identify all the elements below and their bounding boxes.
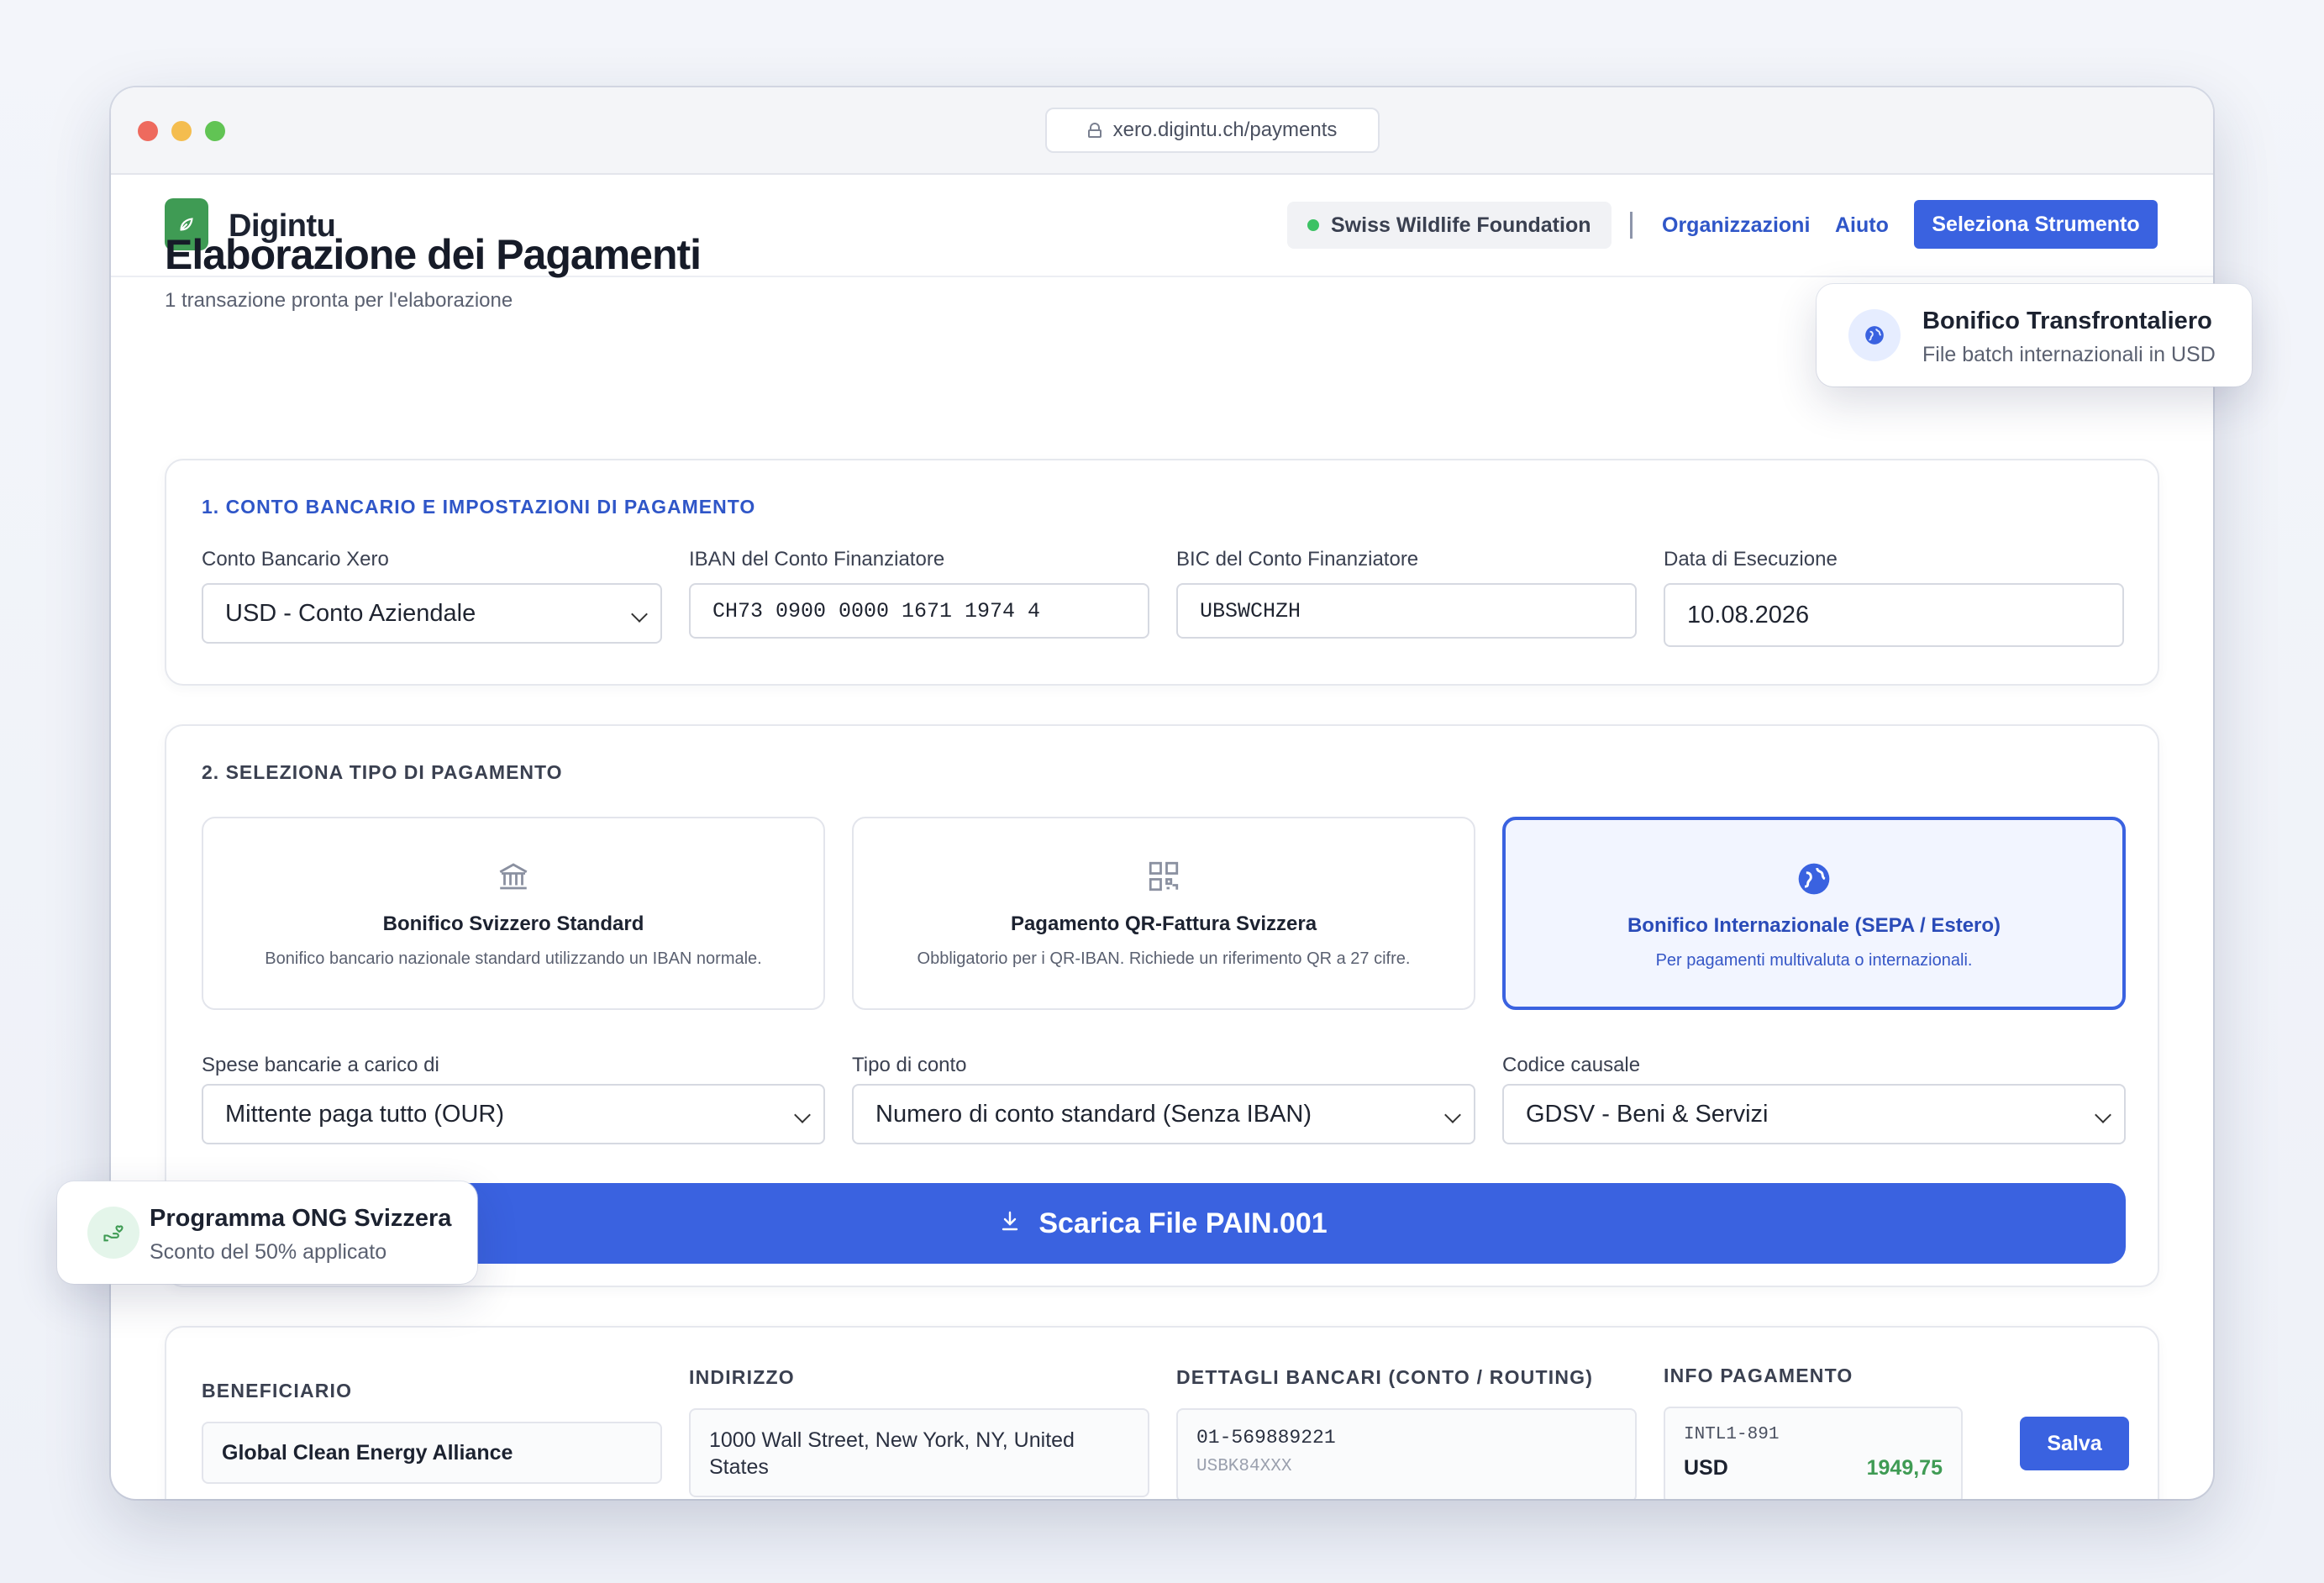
bank-icon [496, 859, 531, 902]
column-header-payment-info: INFO PAGAMENTO [1664, 1365, 1853, 1386]
select-tool-button[interactable]: Seleziona Strumento [1914, 200, 2158, 249]
iban-label: IBAN del Conto Finanziatore [689, 548, 945, 571]
page-title: Elaborazione dei Pagamenti [165, 231, 702, 278]
nav-divider [1630, 212, 1633, 239]
url-text: xero.digintu.ch/payments [1112, 118, 1338, 141]
payment-reference: INTL1-891 [1684, 1425, 1780, 1444]
international-transfer-toast: Bonifico Transfrontaliero File batch int… [1817, 284, 2252, 387]
payment-type-title: Pagamento QR-Fattura Svizzera [1010, 912, 1317, 935]
payment-amount: 1949,75 [1866, 1456, 1943, 1480]
page-subtitle: 1 transazione pronta per l'elaborazione [165, 289, 513, 312]
organization-badge[interactable]: Swiss Wildlife Foundation [1287, 202, 1612, 249]
maximize-window-button[interactable] [205, 121, 225, 141]
payment-type-title: Bonifico Internazionale (SEPA / Estero) [1627, 914, 2001, 937]
account-type-value: Numero di conto standard (Senza IBAN) [875, 1100, 1312, 1128]
nav-help-link[interactable]: Aiuto [1835, 213, 1889, 238]
globe-icon [1848, 309, 1901, 361]
chevron-down-icon [794, 1107, 811, 1123]
charges-select[interactable]: Mittente paga tutto (OUR) [202, 1084, 825, 1144]
chevron-down-icon [1444, 1107, 1461, 1123]
download-label: Scarica File PAIN.001 [1038, 1207, 1328, 1239]
xero-account-select[interactable]: USD - Conto Aziendale [202, 583, 662, 644]
address-bar[interactable]: xero.digintu.ch/payments [1045, 108, 1380, 153]
payment-type-swiss-standard[interactable]: Bonifico Svizzero Standard Bonifico banc… [202, 817, 825, 1010]
chevron-down-icon [2095, 1107, 2111, 1123]
close-window-button[interactable] [138, 121, 158, 141]
xero-account-value: USD - Conto Aziendale [225, 599, 476, 627]
purpose-code-label: Codice causale [1502, 1054, 1641, 1076]
qr-icon [1146, 859, 1181, 902]
payment-type-desc: Bonifico bancario nazionale standard uti… [265, 949, 762, 968]
column-header-beneficiary: BENEFICIARIO [202, 1380, 353, 1402]
beneficiary-value: Global Clean Energy Alliance [222, 1440, 513, 1465]
xero-account-label: Conto Bancario Xero [202, 548, 389, 571]
payment-type-qr-bill[interactable]: Pagamento QR-Fattura Svizzera Obbligator… [852, 817, 1475, 1010]
status-dot-icon [1307, 219, 1319, 231]
organization-name: Swiss Wildlife Foundation [1331, 213, 1591, 237]
download-icon [1000, 1210, 1020, 1238]
hand-heart-icon [87, 1207, 139, 1259]
account-type-select[interactable]: Numero di conto standard (Senza IBAN) [852, 1084, 1475, 1144]
column-header-address: INDIRIZZO [689, 1366, 795, 1388]
bic-value: UBSWCHZH [1200, 598, 1301, 623]
execution-date-label: Data di Esecuzione [1664, 548, 1838, 571]
download-pain-button[interactable]: Scarica File PAIN.001 [202, 1183, 2126, 1264]
transaction-card: BENEFICIARIO INDIRIZZO DETTAGLI BANCARI … [165, 1326, 2159, 1499]
bank-settings-card: 1. CONTO BANCARIO E IMPOSTAZIONI DI PAGA… [165, 459, 2159, 686]
bic-label: BIC del Conto Finanziatore [1176, 548, 1419, 571]
toast-title: Bonifico Transfrontaliero [1922, 308, 2212, 334]
iban-value: CH73 0900 0000 1671 1974 4 [712, 598, 1041, 623]
column-header-bank-details: DETTAGLI BANCARI (CONTO / ROUTING) [1176, 1366, 1594, 1388]
address-field[interactable]: 1000 Wall Street, New York, NY, United S… [689, 1408, 1149, 1497]
toast-subtitle: File batch internazionali in USD [1922, 343, 2216, 366]
account-number-value: 01-569889221 [1196, 1427, 1336, 1449]
payment-info-field[interactable]: INTL1-891 USD 1949,75 [1664, 1407, 1963, 1499]
lock-icon [1087, 123, 1102, 138]
section-title-payment-type: 2. SELEZIONA TIPO DI PAGAMENTO [202, 761, 563, 783]
nav-organizations-link[interactable]: Organizzazioni [1662, 213, 1810, 238]
iban-input[interactable]: CH73 0900 0000 1671 1974 4 [689, 583, 1149, 639]
charges-value: Mittente paga tutto (OUR) [225, 1100, 505, 1128]
account-type-label: Tipo di conto [852, 1054, 967, 1076]
execution-date-value: 10.08.2026 [1687, 601, 1810, 628]
bic-input[interactable]: UBSWCHZH [1176, 583, 1637, 639]
payment-type-title: Bonifico Svizzero Standard [382, 912, 644, 935]
bank-details-field[interactable]: 01-569889221 USBK84XXX [1176, 1408, 1637, 1499]
toast-title: Programma ONG Svizzera [150, 1205, 452, 1232]
execution-date-input[interactable]: 10.08.2026 [1664, 583, 2124, 647]
purpose-code-value: GDSV - Beni & Servizi [1526, 1100, 1769, 1128]
chevron-down-icon [631, 606, 648, 623]
payment-currency: USD [1684, 1456, 1728, 1480]
payment-type-desc: Obbligatorio per i QR-IBAN. Richiede un … [917, 949, 1411, 968]
minimize-window-button[interactable] [171, 121, 192, 141]
purpose-code-select[interactable]: GDSV - Beni & Servizi [1502, 1084, 2126, 1144]
section-title-bank: 1. CONTO BANCARIO E IMPOSTAZIONI DI PAGA… [202, 496, 756, 518]
save-button[interactable]: Salva [2020, 1417, 2129, 1470]
payment-type-international[interactable]: Bonifico Internazionale (SEPA / Estero) … [1502, 817, 2126, 1010]
charges-label: Spese bancarie a carico di [202, 1054, 439, 1076]
address-value: 1000 Wall Street, New York, NY, United S… [709, 1428, 1075, 1479]
beneficiary-field[interactable]: Global Clean Energy Alliance [202, 1422, 662, 1484]
ngo-program-toast: Programma ONG Svizzera Sconto del 50% ap… [57, 1181, 477, 1284]
payment-type-desc: Per pagamenti multivaluta o internaziona… [1655, 951, 1973, 970]
toast-subtitle: Sconto del 50% applicato [150, 1240, 387, 1264]
browser-titlebar: xero.digintu.ch/payments [111, 87, 2213, 175]
routing-value: USBK84XXX [1196, 1457, 1292, 1476]
globe-icon [1796, 860, 1832, 906]
